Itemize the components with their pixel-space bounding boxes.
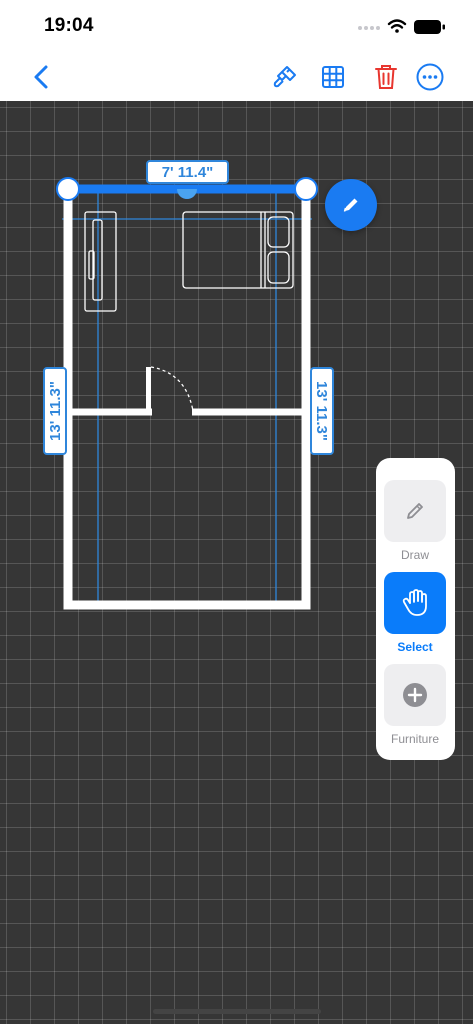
floorplan-canvas[interactable]: 7' 11.4" 13' 11.3" 13' 11.3" Draw Select… [0, 101, 473, 1024]
status-time: 19:04 [44, 15, 94, 36]
battery-icon [414, 20, 445, 34]
dimension-label-right[interactable]: 13' 11.3" [310, 367, 334, 455]
status-icons [358, 19, 445, 34]
wall-handle-left [56, 177, 80, 201]
tool-palette: Draw Select Furniture [376, 458, 455, 760]
door-swing [150, 366, 194, 412]
wifi-icon [387, 19, 407, 33]
wall-handle-right [294, 177, 318, 201]
delete-button[interactable] [369, 60, 403, 94]
paintbrush-icon [273, 66, 296, 88]
dimension-label-width[interactable]: 7' 11.4" [146, 160, 229, 184]
furniture-desk [84, 211, 117, 312]
tool-furniture-box[interactable] [384, 664, 446, 726]
cellular-signal-icon [358, 26, 380, 30]
plus-circle-icon [403, 683, 427, 707]
home-indicator[interactable] [153, 1009, 321, 1014]
tool-furniture-label: Furniture [390, 732, 440, 746]
hand-icon [402, 589, 427, 616]
selected-wall[interactable] [68, 184, 306, 199]
style-button[interactable] [268, 60, 302, 94]
back-button[interactable] [24, 60, 58, 94]
tool-draw[interactable]: Draw [384, 480, 446, 562]
grid-button[interactable] [316, 60, 350, 94]
tool-select-box[interactable] [384, 572, 446, 634]
tool-select[interactable]: Select [384, 572, 446, 654]
dimension-label-left[interactable]: 13' 11.3" [43, 367, 67, 455]
tool-draw-box[interactable] [384, 480, 446, 542]
more-button[interactable] [413, 60, 447, 94]
trash-icon [375, 65, 397, 89]
edit-wall-button[interactable] [325, 179, 377, 231]
chevron-left-icon [34, 65, 48, 89]
tool-furniture[interactable]: Furniture [384, 664, 446, 746]
pencil-icon [343, 198, 358, 212]
grid-icon [322, 66, 344, 88]
more-icon [416, 63, 444, 91]
guide-lines [62, 185, 312, 609]
tool-select-label: Select [397, 640, 433, 654]
tool-draw-label: Draw [400, 548, 429, 562]
top-bar: 19:04 [0, 0, 473, 101]
pencil-icon [407, 503, 423, 519]
